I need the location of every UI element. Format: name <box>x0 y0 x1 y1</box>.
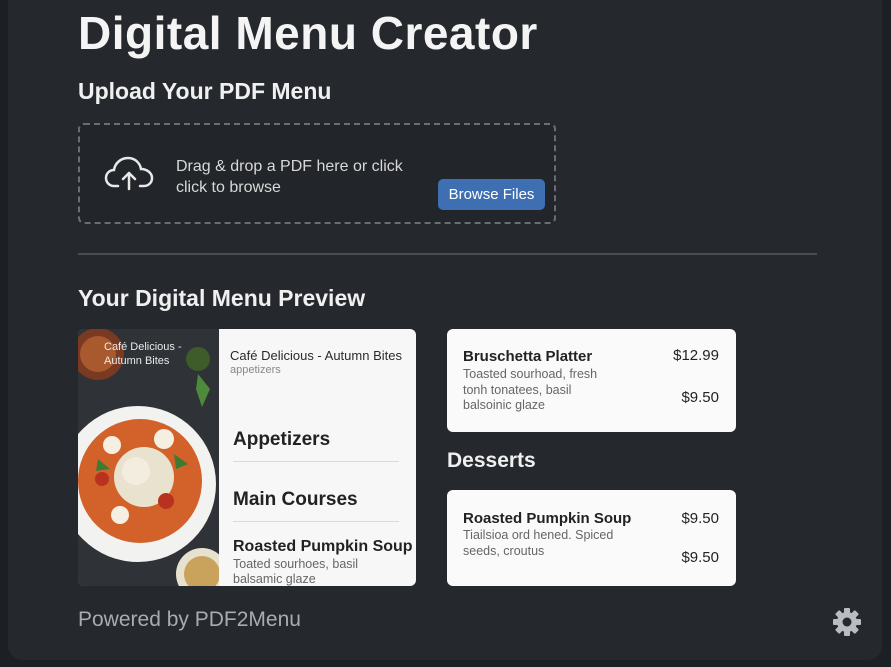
section-divider <box>78 253 817 255</box>
menu-content: Café Delicious - Autumn Bites appetizers… <box>230 329 413 586</box>
cloud-upload-icon <box>104 156 154 191</box>
browse-files-button[interactable]: Browse Files <box>438 179 545 210</box>
powered-by-footer: Powered by PDF2Menu <box>78 608 301 631</box>
item-description: Toasted sourhoad, fresh tonh tonatees, b… <box>463 367 598 412</box>
menu-preview-card[interactable]: Café Delicious - Autumn Bites Café Delic… <box>78 329 416 586</box>
menu-item-card[interactable]: Bruschetta Platter $12.99 Toasted sourho… <box>447 329 736 432</box>
menu-item-card[interactable]: Roasted Pumpkin Soup $9.50 Tiailsioa ord… <box>447 490 736 586</box>
item-name: Roasted Pumpkin Soup <box>463 510 632 527</box>
menu-item-description: Toated sourhoes, basil balsamic glaze <box>233 557 359 586</box>
pdf-dropzone[interactable]: Drag & drop a PDF here or click click to… <box>78 123 556 224</box>
cover-caption: Café Delicious - Autumn Bites <box>104 341 182 367</box>
gear-icon[interactable] <box>832 607 862 637</box>
desserts-heading: Desserts <box>447 449 536 472</box>
item-price: $9.50 <box>681 510 719 527</box>
item-price: $12.99 <box>673 347 719 364</box>
dropzone-instructions: Drag & drop a PDF here or click click to… <box>176 158 403 196</box>
section-separator <box>233 521 399 522</box>
item-price-secondary: $9.50 <box>681 549 719 566</box>
page-title: Digital Menu Creator <box>78 7 538 59</box>
menu-cover-image: Café Delicious - Autumn Bites <box>78 329 219 586</box>
section-appetizers[interactable]: Appetizers <box>233 429 399 451</box>
preview-heading: Your Digital Menu Preview <box>78 285 366 311</box>
upload-heading: Upload Your PDF Menu <box>78 78 332 104</box>
menu-item-name: Roasted Pumpkin Soup <box>233 538 413 555</box>
section-separator <box>233 461 399 462</box>
item-description: Tiailsioa ord hened. Spiced seeds, crout… <box>463 528 614 558</box>
item-name: Bruschetta Platter <box>463 348 593 365</box>
menu-title: Café Delicious - Autumn Bites <box>230 348 402 363</box>
section-main-courses[interactable]: Main Courses <box>233 489 399 511</box>
item-price-secondary: $9.50 <box>681 389 719 406</box>
menu-subtitle: appetizers <box>230 364 281 376</box>
